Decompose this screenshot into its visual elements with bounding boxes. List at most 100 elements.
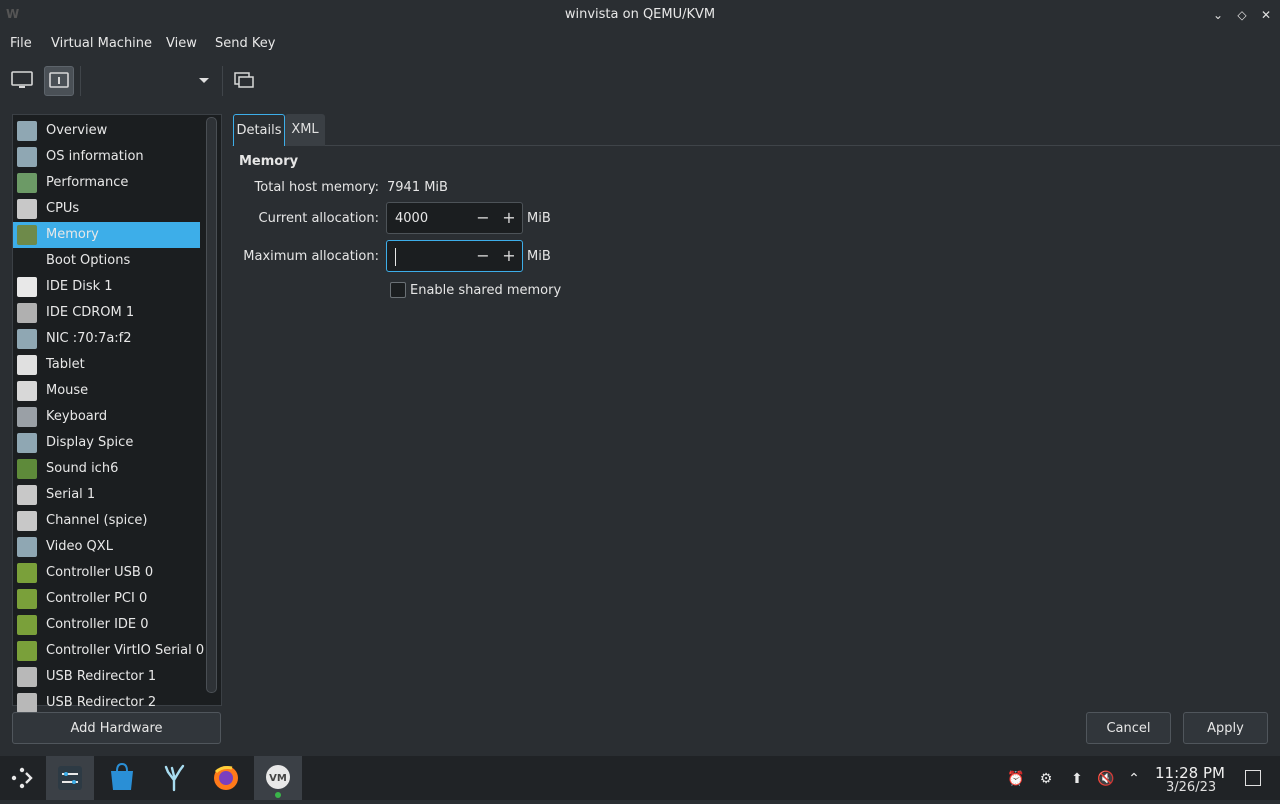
- fullscreen-icon: [234, 72, 254, 88]
- sidebar-item[interactable]: CPUs: [13, 196, 200, 222]
- sidebar-item-label: Display Spice: [46, 435, 134, 450]
- sidebar-item-label: Performance: [46, 175, 129, 190]
- sidebar-item-label: Tablet: [46, 357, 85, 372]
- sidebar-item[interactable]: Sound ich6: [13, 456, 200, 482]
- task-virt-manager[interactable]: VM: [254, 756, 302, 800]
- sidebar-item-label: Controller IDE 0: [46, 617, 149, 632]
- sidebar-item[interactable]: Controller PCI 0: [13, 586, 200, 612]
- fullscreen-button[interactable]: [230, 66, 258, 94]
- sidebar-item[interactable]: Video QXL: [13, 534, 200, 560]
- maximize-icon[interactable]: ◇: [1233, 6, 1251, 24]
- enable-shared-memory-checkbox[interactable]: [390, 282, 406, 298]
- decrement-icon[interactable]: −: [473, 245, 493, 267]
- decrement-icon[interactable]: −: [473, 207, 493, 229]
- keyboard-icon: [17, 407, 37, 427]
- task-discover[interactable]: [98, 756, 146, 800]
- controller-icon: [17, 563, 37, 583]
- menu-file[interactable]: File: [10, 36, 32, 51]
- sidebar-item[interactable]: Channel (spice): [13, 508, 200, 534]
- sidebar-item[interactable]: USB Redirector 1: [13, 664, 200, 690]
- console-view-button[interactable]: [8, 66, 36, 94]
- updates-icon[interactable]: ⬆: [1068, 770, 1086, 788]
- network-icon[interactable]: ⚙: [1037, 770, 1055, 788]
- close-icon[interactable]: ✕: [1257, 6, 1275, 24]
- show-desktop-icon[interactable]: [1245, 770, 1261, 786]
- app-launcher-icon[interactable]: [8, 764, 36, 792]
- menu-virtual-machine[interactable]: Virtual Machine: [51, 36, 152, 51]
- sidebar-item[interactable]: Serial 1: [13, 482, 200, 508]
- boot-icon: [17, 251, 37, 271]
- notifications-icon[interactable]: ⏰: [1007, 770, 1025, 788]
- sidebar-item-label: CPUs: [46, 201, 80, 216]
- section-heading-memory: Memory: [239, 154, 299, 169]
- sidebar-item[interactable]: Overview: [13, 118, 200, 144]
- tab-xml[interactable]: XML: [285, 114, 325, 146]
- minimize-icon[interactable]: ⌄: [1209, 6, 1227, 24]
- mouse-icon: [17, 381, 37, 401]
- sidebar-item[interactable]: NIC :70:7a:f2: [13, 326, 200, 352]
- menu-send-key[interactable]: Send Key: [215, 36, 275, 51]
- virt-manager-icon: VM: [266, 765, 290, 798]
- svg-text:VM: VM: [269, 773, 287, 784]
- sidebar-item-label: Controller VirtIO Serial 0: [46, 643, 205, 658]
- menu-view[interactable]: View: [166, 36, 197, 51]
- current-allocation-spinbox[interactable]: 4000 − +: [386, 202, 523, 234]
- task-system-settings[interactable]: [46, 756, 94, 800]
- task-firefox[interactable]: [202, 756, 250, 800]
- sidebar-item-label: Video QXL: [46, 539, 113, 554]
- sidebar-item-label: USB Redirector 2: [46, 695, 157, 710]
- tab-divider: [232, 145, 1280, 146]
- controller-icon: [17, 615, 37, 635]
- sidebar-item[interactable]: IDE Disk 1: [13, 274, 200, 300]
- chevron-up-icon[interactable]: ⌃: [1125, 770, 1143, 788]
- sidebar-item-label: Boot Options: [46, 253, 131, 268]
- firefox-icon: [214, 766, 238, 790]
- controller-icon: [17, 641, 37, 661]
- coral-icon: [164, 764, 185, 792]
- apply-button[interactable]: Apply: [1183, 712, 1268, 744]
- current-allocation-unit: MiB: [527, 211, 551, 226]
- nic-icon: [17, 329, 37, 349]
- add-hardware-button[interactable]: Add Hardware: [12, 712, 221, 744]
- current-allocation-label: Current allocation:: [258, 211, 380, 226]
- shopping-bag-icon: [111, 762, 133, 790]
- snapshot-dropdown[interactable]: [88, 66, 214, 94]
- memory-icon: [17, 225, 37, 245]
- sidebar-item-label: USB Redirector 1: [46, 669, 157, 684]
- sidebar-item[interactable]: Boot Options: [13, 248, 200, 274]
- clock-date[interactable]: 3/26/23: [1166, 780, 1216, 795]
- cdrom-icon: [17, 303, 37, 323]
- current-allocation-value: 4000: [395, 211, 429, 226]
- maximum-allocation-label: Maximum allocation:: [243, 249, 379, 264]
- sidebar-item[interactable]: IDE CDROM 1: [13, 300, 200, 326]
- sidebar-item[interactable]: Controller IDE 0: [13, 612, 200, 638]
- hardware-list-scrollbar[interactable]: [206, 117, 217, 693]
- sidebar-item[interactable]: Memory: [13, 222, 200, 248]
- enable-shared-memory-label[interactable]: Enable shared memory: [410, 283, 561, 298]
- sidebar-item[interactable]: Mouse: [13, 378, 200, 404]
- maximum-allocation-spinbox[interactable]: − +: [386, 240, 523, 272]
- sidebar-item[interactable]: Controller VirtIO Serial 0: [13, 638, 204, 664]
- sidebar-item[interactable]: Controller USB 0: [13, 560, 200, 586]
- sidebar-item-label: OS information: [46, 149, 144, 164]
- volume-muted-icon[interactable]: 🔇: [1097, 770, 1115, 788]
- total-host-memory-label: Total host memory:: [254, 180, 379, 195]
- sidebar-item[interactable]: Tablet: [13, 352, 200, 378]
- serial-icon: [17, 485, 37, 505]
- sidebar-item[interactable]: Performance: [13, 170, 200, 196]
- sidebar-item[interactable]: OS information: [13, 144, 200, 170]
- usb-icon: [17, 667, 37, 687]
- details-view-button[interactable]: [44, 66, 74, 96]
- text-caret: [395, 248, 396, 266]
- sidebar-item[interactable]: Keyboard: [13, 404, 200, 430]
- video-icon: [17, 537, 37, 557]
- sidebar-item[interactable]: Display Spice: [13, 430, 200, 456]
- cancel-button[interactable]: Cancel: [1086, 712, 1171, 744]
- tab-details[interactable]: Details: [233, 114, 285, 146]
- increment-icon[interactable]: +: [499, 207, 519, 229]
- channel-icon: [17, 511, 37, 531]
- increment-icon[interactable]: +: [499, 245, 519, 267]
- task-steam-deck[interactable]: [150, 756, 198, 800]
- settings-sliders-icon: [58, 766, 82, 790]
- performance-icon: [17, 173, 37, 193]
